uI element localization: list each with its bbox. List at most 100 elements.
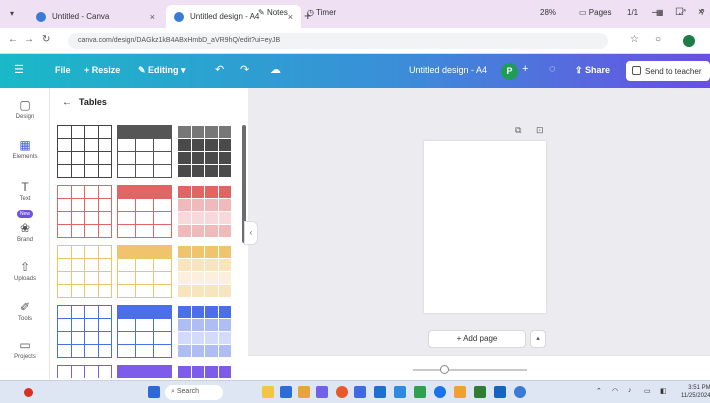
close-tab-icon[interactable]: × — [288, 12, 293, 22]
table-style-option[interactable] — [57, 365, 112, 378]
chevron-left-icon: ‹ — [249, 228, 253, 237]
widget-icon[interactable] — [262, 386, 274, 398]
notes-button[interactable]: ✎ Notes — [258, 8, 288, 17]
editing-mode-dropdown[interactable]: ✎ Editing ▾ — [138, 65, 186, 76]
add-collaborator-icon[interactable]: + — [522, 63, 528, 75]
volume-icon[interactable]: ♪ — [628, 387, 632, 394]
taskbar-clock[interactable]: 3:51 PM 11/25/2024 — [681, 384, 710, 400]
table-cell — [97, 284, 112, 298]
table-style-option[interactable] — [177, 185, 232, 238]
table-cell — [135, 164, 154, 178]
tray-chevron-icon[interactable]: ⌃ — [596, 387, 602, 395]
fullscreen-icon[interactable]: ⤢ — [679, 8, 685, 18]
teams-icon[interactable] — [316, 386, 328, 398]
bookmark-star-icon[interactable]: ☆ — [630, 34, 639, 45]
notification-icon[interactable]: ◧ — [660, 387, 667, 395]
table-cell — [97, 331, 112, 345]
chrome-icon[interactable] — [434, 386, 446, 398]
excel-icon[interactable] — [414, 386, 426, 398]
back-arrow-icon[interactable]: ← — [62, 97, 72, 108]
file-explorer-icon[interactable] — [298, 386, 310, 398]
table-style-option[interactable] — [57, 185, 112, 238]
extensions-icon[interactable]: ○ — [655, 34, 661, 45]
undo-icon[interactable]: ↶ — [215, 63, 224, 76]
tab-list-chevron-icon[interactable]: ▾ — [10, 9, 14, 18]
app-icon[interactable] — [336, 386, 348, 398]
close-tab-icon[interactable]: × — [150, 12, 155, 22]
cloud-save-icon[interactable]: ☁ — [270, 63, 281, 76]
table-cell — [117, 185, 172, 199]
timer-button[interactable]: ◷ Timer — [307, 8, 336, 17]
task-view-icon[interactable] — [280, 386, 292, 398]
table-style-option[interactable] — [177, 365, 232, 378]
add-page-icon[interactable]: ⊡ — [536, 125, 544, 136]
table-cell — [177, 164, 192, 178]
pages-button[interactable]: ▭ Pages — [579, 8, 611, 17]
design-page[interactable] — [424, 141, 546, 313]
browser-tab[interactable]: Untitled - Canva × — [28, 5, 163, 28]
table-style-option[interactable] — [57, 125, 112, 178]
taskbar-search-input[interactable]: ⌕ Search — [165, 385, 223, 400]
battery-icon[interactable]: ▭ — [644, 387, 651, 395]
add-page-options-chevron-icon[interactable]: ▴ — [530, 330, 546, 348]
zoom-slider[interactable] — [413, 369, 527, 371]
share-button[interactable]: ⇪ Share — [575, 65, 610, 76]
wifi-icon[interactable]: ◠ — [612, 387, 618, 395]
rail-item-brand[interactable]: ❀ Brand — [0, 221, 50, 243]
table-style-option[interactable] — [177, 305, 232, 358]
rail-item-projects[interactable]: ▭ Projects — [0, 338, 50, 360]
table-style-option[interactable] — [117, 305, 172, 358]
rail-item-uploads[interactable]: ⇧ Uploads — [0, 260, 50, 282]
help-icon[interactable]: ? — [700, 8, 704, 17]
edge-icon[interactable] — [394, 386, 406, 398]
word-icon[interactable] — [374, 386, 386, 398]
duplicate-page-icon[interactable]: ⧉ — [515, 125, 521, 136]
pencil-icon: ✎ — [138, 65, 149, 75]
app-icon[interactable] — [494, 386, 506, 398]
url-field[interactable]: canva.com/design/DAGkz1kB4ABxHmbD_aVR9hQ… — [68, 33, 608, 49]
start-menu-icon[interactable] — [148, 386, 160, 398]
table-style-option[interactable] — [57, 305, 112, 358]
back-icon[interactable]: ← — [8, 34, 18, 45]
table-style-option[interactable] — [177, 245, 232, 298]
table-cell — [117, 125, 172, 139]
profile-avatar[interactable] — [683, 35, 695, 47]
table-cell — [204, 125, 219, 139]
table-cell — [117, 245, 172, 259]
rail-item-design[interactable]: ▢ Design — [0, 98, 50, 120]
rail-item-text[interactable]: T Text — [0, 180, 50, 202]
redo-icon[interactable]: ↷ — [240, 63, 249, 76]
table-style-option[interactable] — [117, 185, 172, 238]
comments-icon[interactable]: ◌ — [549, 63, 556, 75]
mail-icon[interactable] — [354, 386, 366, 398]
zoom-slider-thumb[interactable] — [439, 365, 449, 374]
table-style-option[interactable] — [117, 125, 172, 178]
table-cell — [135, 151, 154, 165]
menu-icon[interactable]: ☰ — [14, 63, 24, 76]
app-icon[interactable] — [514, 386, 526, 398]
rail-item-tools[interactable]: ✐ Tools — [0, 300, 50, 322]
add-page-button[interactable]: + Add page — [428, 330, 526, 348]
weather-icon[interactable] — [24, 388, 33, 397]
resize-button[interactable]: + Resize — [84, 65, 120, 75]
tab-title: Untitled - Canva — [52, 12, 110, 21]
send-to-teacher-button[interactable]: Send to teacher — [626, 61, 710, 81]
table-cell — [217, 138, 232, 152]
app-icon[interactable] — [454, 386, 466, 398]
table-style-option[interactable] — [117, 365, 172, 378]
file-menu[interactable]: File — [55, 65, 71, 75]
grid-view-icon[interactable]: ▦ — [656, 8, 664, 17]
table-cell — [135, 211, 154, 225]
reload-icon[interactable]: ↻ — [42, 34, 50, 45]
forward-icon[interactable]: → — [24, 34, 34, 45]
user-avatar[interactable]: P — [501, 63, 518, 80]
table-style-option[interactable] — [57, 245, 112, 298]
app-icon[interactable] — [474, 386, 486, 398]
zoom-value[interactable]: 28% — [540, 8, 556, 17]
rail-item-elements[interactable]: ▦ Elements — [0, 138, 50, 160]
table-cell — [70, 344, 85, 358]
table-style-option[interactable] — [177, 125, 232, 178]
collapse-panel-button[interactable]: ‹ — [244, 221, 258, 245]
table-style-option[interactable] — [117, 245, 172, 298]
document-title[interactable]: Untitled design - A4 — [409, 65, 487, 75]
